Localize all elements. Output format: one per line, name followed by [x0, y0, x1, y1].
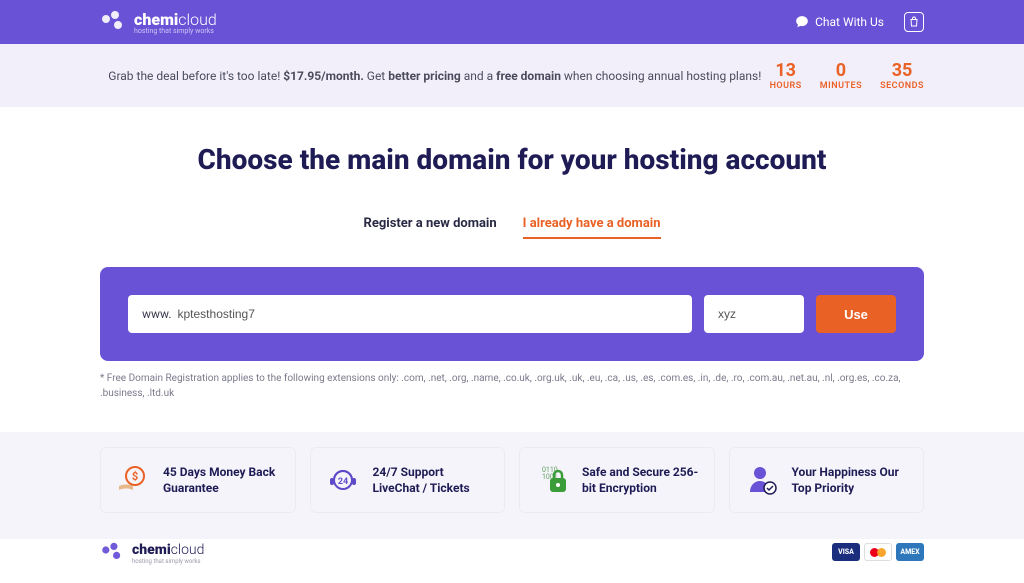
feature-title: 45 Days Money Back Guarantee [163, 464, 281, 496]
support-icon: 24 [325, 462, 361, 498]
feature-money-back: $ 45 Days Money Back Guarantee [100, 447, 296, 513]
tab-register-domain[interactable]: Register a new domain [363, 216, 496, 239]
svg-text:24: 24 [337, 477, 347, 487]
feature-support: 24 24/7 Support LiveChat / Tickets [310, 447, 506, 513]
footer-tagline: hosting that simply works [132, 558, 204, 565]
footer-brand-name: chemicloud [132, 542, 204, 558]
tld-input[interactable] [704, 295, 804, 333]
page-footer: chemicloud hosting that simply works VIS… [0, 533, 1024, 583]
countdown-seconds: 35 SECONDS [880, 60, 924, 91]
chat-with-us[interactable]: Chat With Us [795, 15, 884, 29]
domain-prefix: www. [142, 307, 172, 321]
top-header: chemicloud hosting that simply works Cha… [0, 0, 1024, 44]
cart-button[interactable] [904, 12, 924, 32]
footer-brand[interactable]: chemicloud hosting that simply works [100, 539, 204, 565]
countdown-timer: 13 HOURS 0 MINUTES 35 SECONDS [770, 60, 924, 91]
brand-logo[interactable]: chemicloud hosting that simply works [100, 9, 217, 35]
brand-tagline: hosting that simply works [134, 27, 217, 35]
brand-name: chemicloud [134, 10, 217, 29]
domain-input-wrapper[interactable]: www. [128, 295, 692, 333]
bag-icon [908, 16, 920, 28]
domain-input[interactable] [172, 307, 679, 321]
happiness-icon [744, 462, 780, 498]
feature-title: 24/7 Support LiveChat / Tickets [373, 464, 491, 496]
feature-happiness: Your Happiness Our Top Priority [729, 447, 925, 513]
use-button[interactable]: Use [816, 295, 896, 333]
visa-card-icon: VISA [832, 543, 860, 561]
main-content: Choose the main domain for your hosting … [0, 107, 1024, 533]
deal-banner: Grab the deal before it's too late! $17.… [0, 44, 1024, 107]
feature-title: Safe and Secure 256-bit Encryption [582, 464, 700, 496]
cloud-logo-icon [100, 540, 126, 564]
free-domain-disclaimer: * Free Domain Registration applies to th… [100, 371, 924, 401]
lock-icon: 01101001 [534, 462, 570, 498]
domain-form: www. Use [100, 267, 924, 361]
deal-text: Grab the deal before it's too late! $17.… [100, 69, 770, 83]
countdown-minutes: 0 MINUTES [820, 60, 862, 91]
cloud-logo-icon [100, 9, 128, 35]
tab-existing-domain[interactable]: I already have a domain [523, 216, 661, 239]
payment-cards: VISA AMEX [832, 543, 924, 561]
amex-card-icon: AMEX [896, 543, 924, 561]
chat-icon [795, 15, 809, 29]
feature-secure: 01101001 Safe and Secure 256-bit Encrypt… [519, 447, 715, 513]
chat-label: Chat With Us [815, 15, 884, 29]
page-title: Choose the main domain for your hosting … [100, 143, 924, 176]
feature-title: Your Happiness Our Top Priority [792, 464, 910, 496]
domain-tabs: Register a new domain I already have a d… [100, 216, 924, 239]
mastercard-icon [864, 543, 892, 561]
svg-text:$: $ [132, 470, 138, 483]
feature-cards: $ 45 Days Money Back Guarantee 24 24/7 S… [100, 447, 924, 513]
money-back-icon: $ [115, 462, 151, 498]
countdown-hours: 13 HOURS [770, 60, 802, 91]
